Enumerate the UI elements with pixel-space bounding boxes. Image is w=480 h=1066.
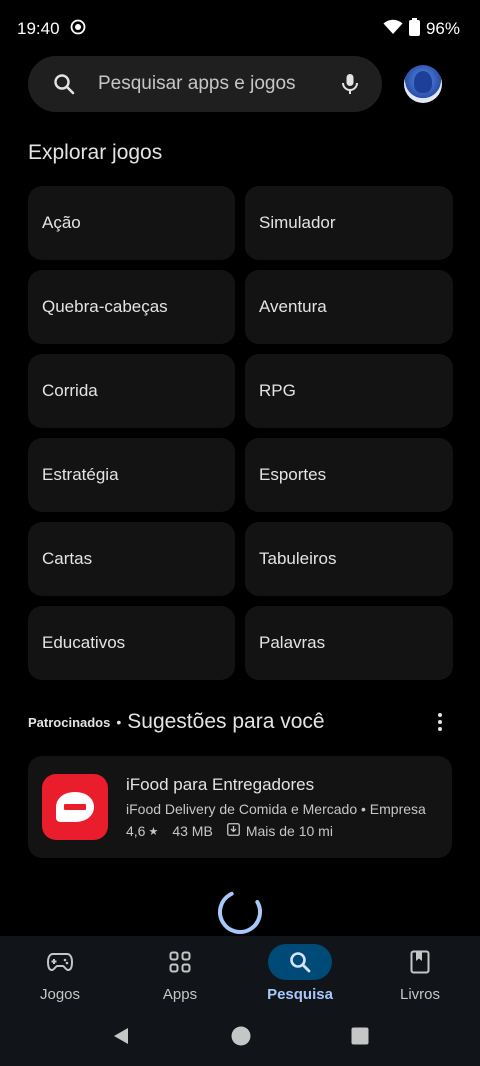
- search-input[interactable]: Pesquisar apps e jogos: [98, 73, 338, 95]
- nav-item-pesquisa[interactable]: Pesquisa: [240, 936, 360, 1022]
- nav-item-apps[interactable]: Apps: [120, 936, 240, 1022]
- category-tile-palavras[interactable]: Palavras: [245, 606, 453, 680]
- app-rating: 4,6: [126, 823, 146, 839]
- search-row: Pesquisar apps e jogos: [28, 56, 448, 112]
- app-installs: Mais de 10 mi: [245, 823, 333, 839]
- more-options-icon[interactable]: [428, 710, 452, 734]
- wifi-icon: [383, 19, 403, 40]
- category-tile-acao[interactable]: Ação: [28, 186, 235, 260]
- category-tile-corrida[interactable]: Corrida: [28, 354, 235, 428]
- nav-item-jogos[interactable]: Jogos: [0, 936, 120, 1022]
- nav-item-livros[interactable]: Livros: [360, 936, 480, 1022]
- category-tile-educativos[interactable]: Educativos: [28, 606, 235, 680]
- search-icon: [52, 72, 76, 96]
- download-icon: [226, 823, 240, 839]
- category-tile-tabuleiros[interactable]: Tabuleiros: [245, 522, 453, 596]
- avatar[interactable]: [404, 65, 442, 103]
- battery-percent: 96%: [425, 19, 460, 38]
- ifood-app-icon: [42, 774, 108, 840]
- app-meta: 4,6 ★ 43 MB Mais de 10 mi: [126, 823, 426, 839]
- apps-grid-icon: [148, 944, 212, 980]
- system-nav-bar: [0, 1020, 480, 1056]
- battery-icon: [408, 17, 420, 41]
- loading-spinner: [216, 888, 264, 936]
- status-bar: 19:40 96%: [0, 0, 480, 58]
- recents-icon[interactable]: [351, 1027, 369, 1050]
- status-time: 19:40: [17, 19, 60, 38]
- nav-label-livros: Livros: [399, 986, 440, 1003]
- sponsored-label: Patrocinados: [28, 714, 111, 730]
- back-icon[interactable]: [111, 1026, 131, 1051]
- separator-dot: •: [361, 801, 366, 817]
- app-developer: iFood Delivery de Comida e Mercado: [126, 801, 358, 817]
- category-tile-rpg[interactable]: RPG: [245, 354, 453, 428]
- category-tile-aventura[interactable]: Aventura: [245, 270, 453, 344]
- home-icon[interactable]: [231, 1026, 251, 1051]
- app-card[interactable]: iFood para Entregadores iFood Delivery d…: [28, 756, 452, 858]
- category-tile-esportes[interactable]: Esportes: [245, 438, 453, 512]
- category-tile-simulador[interactable]: Simulador: [245, 186, 453, 260]
- mic-icon[interactable]: [338, 72, 362, 96]
- app-size: 43 MB: [172, 823, 213, 839]
- nav-label-jogos: Jogos: [39, 986, 81, 1003]
- star-icon: ★: [148, 825, 159, 838]
- category-tile-estrategia[interactable]: Estratégia: [28, 438, 235, 512]
- app-developer-line: iFood Delivery de Comida e Mercado • Emp…: [126, 801, 426, 817]
- section-title-explore: Explorar jogos: [28, 141, 163, 164]
- book-icon: [388, 944, 452, 980]
- search-bar[interactable]: Pesquisar apps e jogos: [28, 56, 382, 112]
- app-name: iFood para Entregadores: [126, 775, 315, 794]
- app-category: Empresa: [369, 801, 426, 817]
- gamepad-icon: [28, 944, 92, 980]
- separator-dot: •: [116, 714, 122, 730]
- category-grid: Ação Simulador Quebra-cabeças Aventura C…: [28, 186, 453, 680]
- nav-label-pesquisa: Pesquisa: [267, 986, 333, 1003]
- suggestions-title: Sugestões para você: [127, 710, 325, 733]
- nav-label-apps: Apps: [162, 986, 198, 1003]
- category-tile-quebra-cabecas[interactable]: Quebra-cabeças: [28, 270, 235, 344]
- record-icon: [70, 19, 86, 40]
- category-tile-cartas[interactable]: Cartas: [28, 522, 235, 596]
- suggestions-header: Patrocinados • Sugestões para você: [28, 707, 452, 737]
- search-icon: [268, 944, 332, 980]
